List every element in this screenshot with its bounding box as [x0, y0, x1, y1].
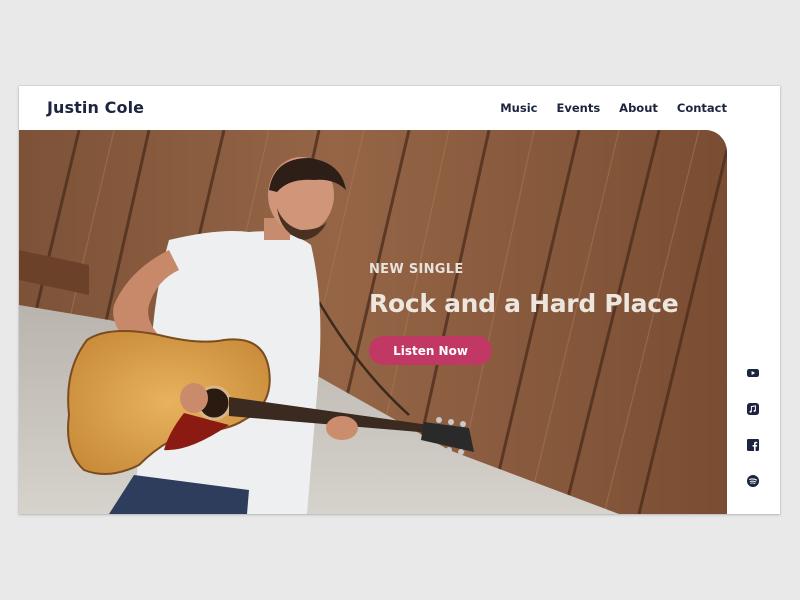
facebook-icon[interactable] [746, 438, 760, 452]
site-logo[interactable]: Justin Cole [47, 98, 144, 117]
youtube-icon[interactable] [746, 366, 760, 380]
spotify-icon[interactable] [746, 474, 760, 488]
nav-about[interactable]: About [619, 101, 658, 115]
hero-headline: Rock and a Hard Place [369, 289, 679, 318]
hero-copy: NEW SINGLE Rock and a Hard Place Listen … [369, 262, 679, 365]
website-window: Justin Cole Music Events About Contact N… [19, 86, 780, 514]
apple-music-icon[interactable] [746, 402, 760, 416]
site-header: Justin Cole Music Events About Contact [19, 86, 780, 130]
nav-contact[interactable]: Contact [677, 101, 727, 115]
hero-eyebrow: NEW SINGLE [369, 262, 464, 277]
hero-section: NEW SINGLE Rock and a Hard Place Listen … [19, 130, 727, 514]
main-nav: Music Events About Contact [500, 101, 727, 115]
listen-now-button[interactable]: Listen Now [369, 336, 492, 365]
hero-photo [19, 130, 727, 514]
social-links [745, 366, 761, 488]
nav-music[interactable]: Music [500, 101, 537, 115]
nav-events[interactable]: Events [556, 101, 600, 115]
